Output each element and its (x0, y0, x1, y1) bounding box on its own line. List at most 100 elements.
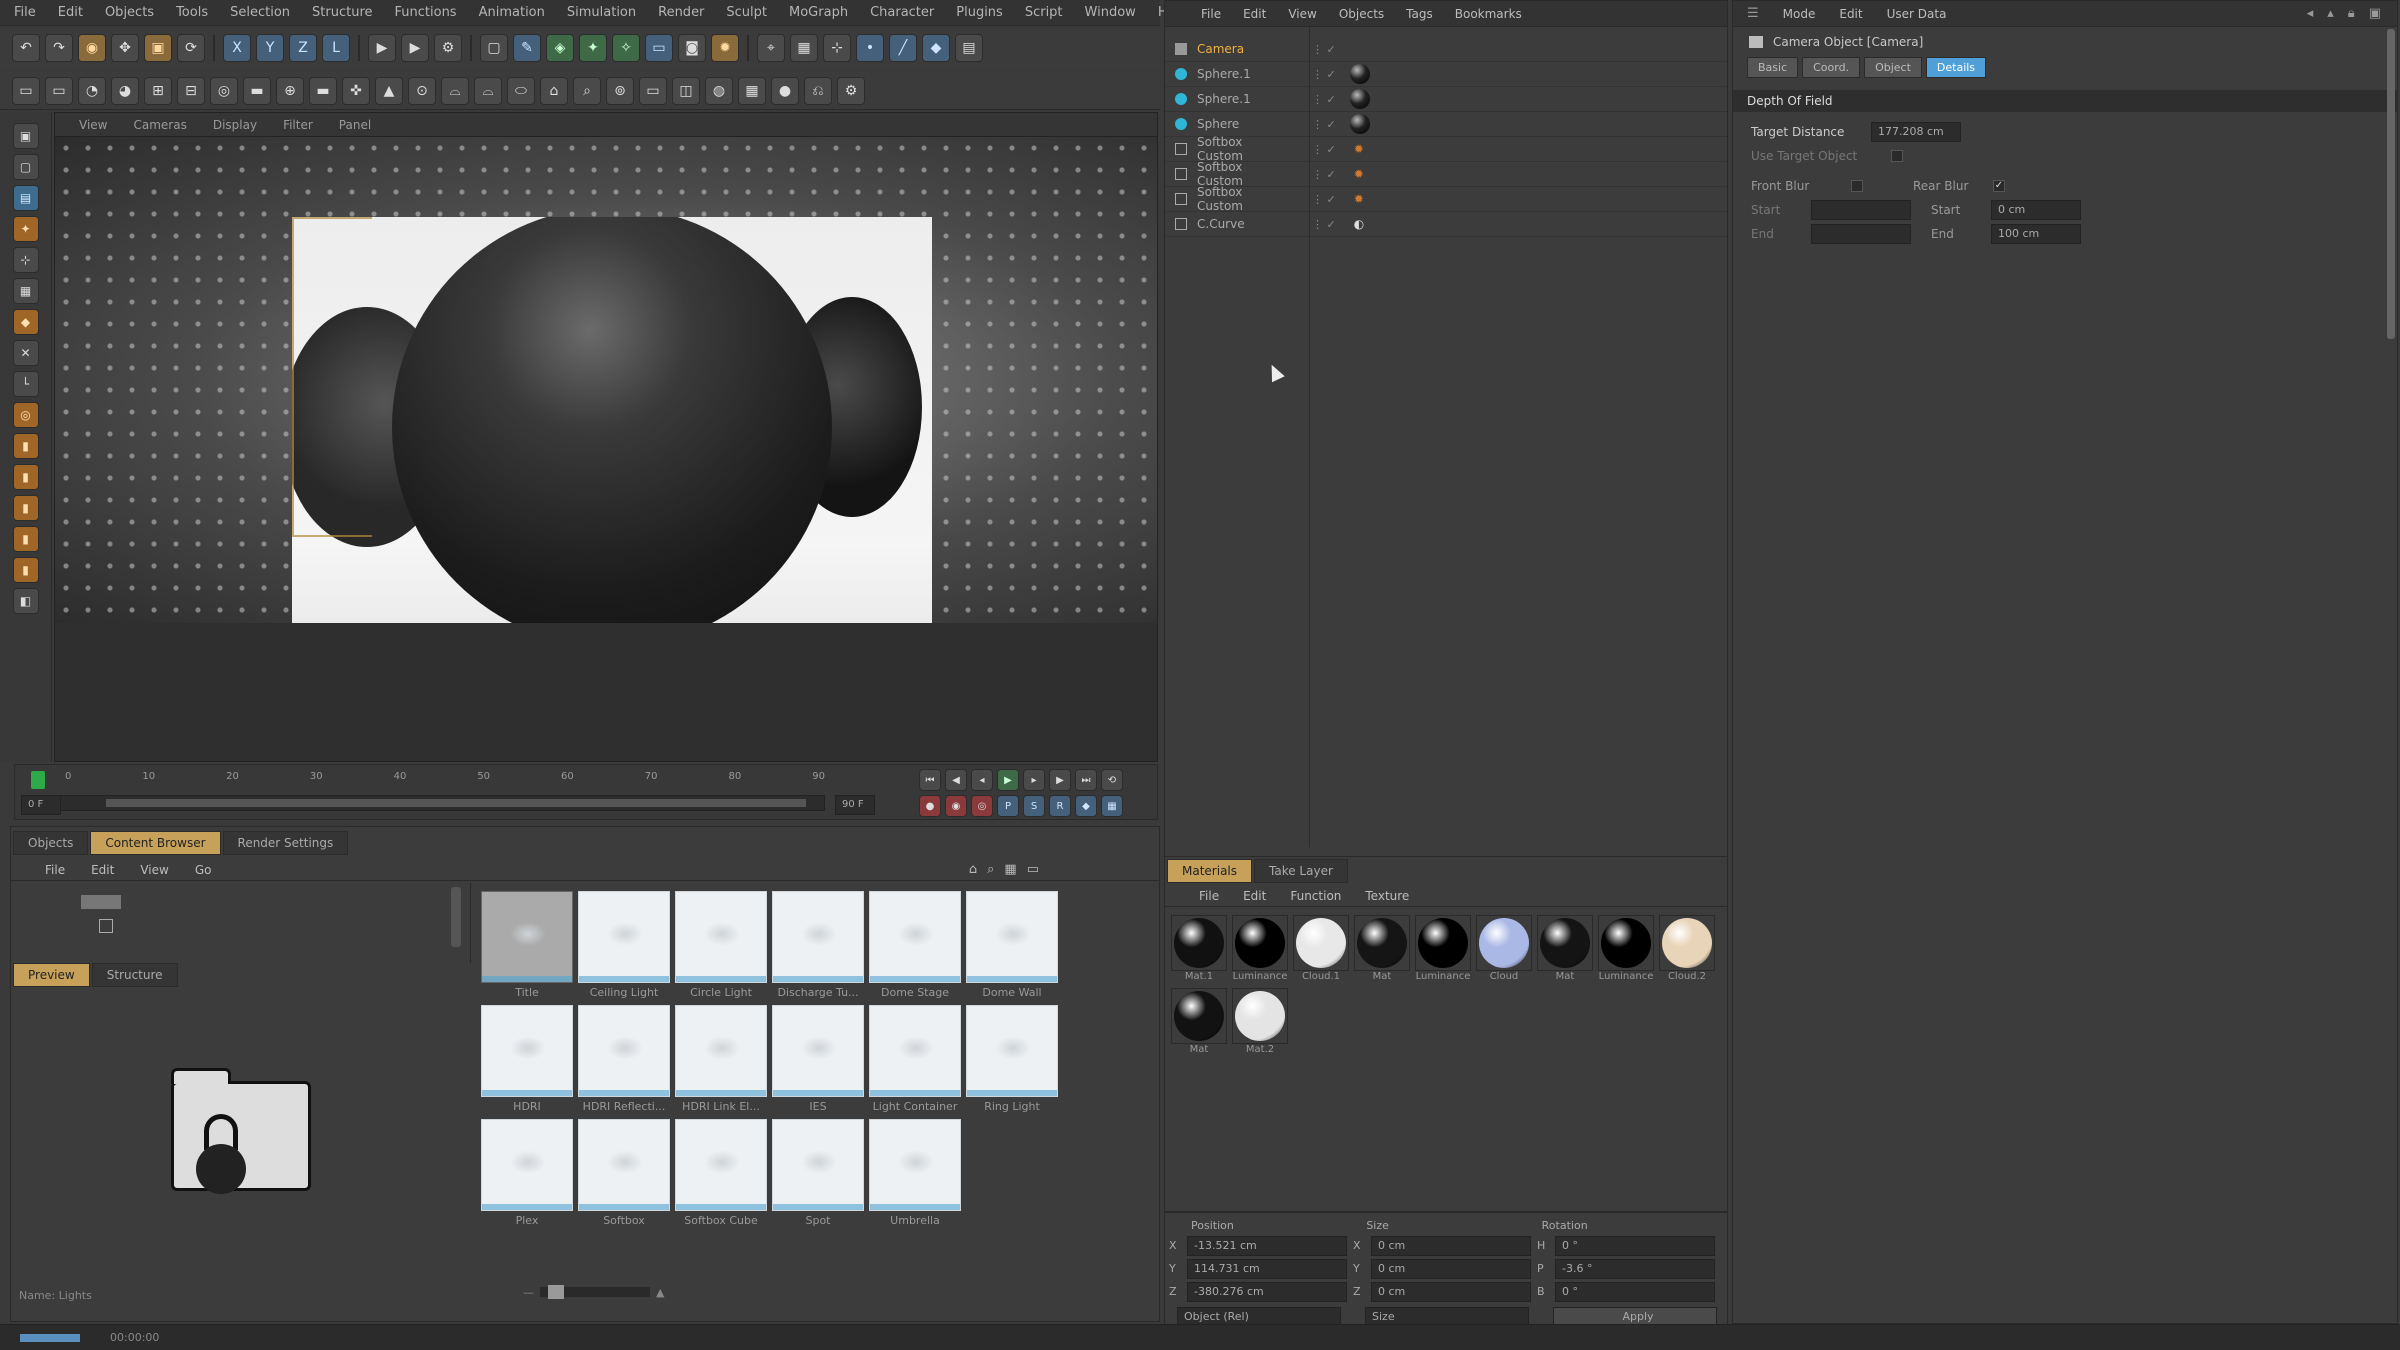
back-arrow-icon[interactable]: ◂ (2307, 6, 2314, 21)
autokey-icon[interactable]: ◉ (945, 795, 967, 817)
material-menu-item[interactable]: File (1199, 889, 1219, 903)
main-menu-item[interactable]: Tools (176, 5, 208, 20)
content-item[interactable]: Softbox (578, 1119, 670, 1227)
spline-pen-icon[interactable]: ✎ (513, 34, 541, 62)
coord-system-icon[interactable]: L (322, 34, 350, 62)
subdivision-icon[interactable]: ◈ (546, 34, 574, 62)
timeline-range-bar[interactable] (35, 795, 825, 811)
content-item[interactable]: Ring Light (966, 1005, 1058, 1113)
next-key-icon[interactable]: ▶ (1049, 769, 1071, 791)
object-menu-item[interactable]: File (1201, 7, 1221, 21)
content-item[interactable]: Spot (772, 1119, 864, 1227)
prev-frame-icon[interactable]: ◂ (971, 769, 993, 791)
coord-size-field[interactable]: 0 cm (1371, 1258, 1531, 1279)
position-key-icon[interactable]: P (997, 795, 1019, 817)
scale-icon[interactable]: ▣ (144, 34, 172, 62)
visibility-dots-icon[interactable]: ⋮ ✓ (1312, 43, 1336, 56)
coord-rotation-field[interactable]: 0 ° (1555, 1235, 1715, 1256)
coord-position-field[interactable]: -13.521 cm (1187, 1235, 1347, 1256)
attr-menu-item[interactable]: Mode (1783, 7, 1816, 21)
main-menu-item[interactable]: MoGraph (789, 5, 848, 20)
points-tool-icon[interactable]: ⊹ (12, 247, 39, 273)
main-menu-item[interactable]: Selection (230, 5, 290, 20)
main-menu-item[interactable]: Plugins (956, 5, 1003, 20)
use-target-checkbox[interactable] (1891, 150, 1903, 162)
object-menu-item[interactable]: Bookmarks (1455, 7, 1522, 21)
coord-size-field[interactable]: 0 cm (1371, 1281, 1531, 1302)
main-menu-item[interactable]: Render (658, 5, 704, 20)
main-menu-item[interactable]: Character (870, 5, 934, 20)
render-picture-viewer-icon[interactable]: ▶ (401, 34, 429, 62)
coord-rotation-field[interactable]: 0 ° (1555, 1281, 1715, 1302)
undo-icon[interactable]: ↶ (12, 34, 40, 62)
content-menu-item[interactable]: View (140, 863, 168, 877)
playhead-marker[interactable] (31, 771, 45, 789)
target-distance-field[interactable]: 177.208 cm (1871, 122, 1961, 142)
front-start-field[interactable] (1811, 200, 1911, 220)
material-swatch[interactable]: Cloud.2 (1659, 915, 1715, 982)
view-mode-icon[interactable]: ▦ (1004, 862, 1016, 877)
visibility-dots-icon[interactable]: ⋮ ✓ (1312, 218, 1336, 231)
prev-key-icon[interactable]: ◀ (945, 769, 967, 791)
content-item[interactable]: HDRI (481, 1005, 573, 1113)
content-subtab[interactable]: Preview (13, 963, 90, 987)
attr-scrollbar[interactable] (2387, 29, 2395, 339)
main-menu-item[interactable]: Edit (58, 5, 83, 20)
rotation-key-icon[interactable]: R (1049, 795, 1071, 817)
material-menu-item[interactable]: Function (1290, 889, 1341, 903)
visibility-dots-icon[interactable]: ⋮ ✓ (1312, 68, 1336, 81)
home-icon[interactable]: ⌂ (969, 862, 977, 877)
frame-end-field[interactable]: 90 F (835, 795, 875, 815)
y-axis-icon[interactable]: Y (256, 34, 284, 62)
light-tag-icon[interactable]: ✹ (1354, 167, 1364, 181)
coord-rotation-field[interactable]: -3.6 ° (1555, 1258, 1715, 1279)
camera-icon[interactable]: ◙ (678, 34, 706, 62)
rotate-icon[interactable]: ⟳ (177, 34, 205, 62)
workplane-mode-icon[interactable]: ⊞ (144, 76, 172, 105)
attr-tab[interactable]: Object (1864, 57, 1922, 78)
zoom-slider[interactable]: — ▲ (523, 1285, 673, 1299)
xpresso-icon[interactable]: ◍ (705, 76, 733, 105)
content-item[interactable]: IES (772, 1005, 864, 1113)
content-item[interactable]: Title (481, 891, 573, 999)
light-tag-icon[interactable]: ✹ (1354, 142, 1364, 156)
play-icon[interactable]: ▶ (997, 769, 1019, 791)
goto-start-icon[interactable]: ⏮ (919, 769, 941, 791)
content-browser-tab[interactable]: Render Settings (222, 831, 349, 855)
curve-tag-icon[interactable]: ◐ (1354, 217, 1364, 231)
param-key-icon[interactable]: ◆ (1075, 795, 1097, 817)
render-view-icon[interactable]: ▶ (368, 34, 396, 62)
texture-mode-icon[interactable]: ▤ (955, 34, 983, 62)
light-icon[interactable]: ✹ (711, 34, 739, 62)
quantize-icon[interactable]: ▲ (375, 76, 403, 105)
front-end-field[interactable] (1811, 224, 1911, 244)
material-swatch[interactable]: Luminance (1598, 915, 1654, 982)
object-mode-icon[interactable]: ▭ (45, 76, 73, 105)
main-menu-item[interactable]: Structure (312, 5, 372, 20)
python-icon[interactable]: ● (771, 76, 799, 105)
soft-selection-icon[interactable]: ⊙ (408, 76, 436, 105)
snap-settings-icon[interactable]: ✜ (342, 76, 370, 105)
redo-icon[interactable]: ↷ (45, 34, 73, 62)
material-swatch[interactable]: Cloud (1476, 915, 1532, 982)
material-swatch[interactable]: Mat (1537, 915, 1593, 982)
cube-icon[interactable]: ▢ (480, 34, 508, 62)
content-item[interactable]: Dome Stage (869, 891, 961, 999)
main-menu-item[interactable]: Animation (479, 5, 545, 20)
content-browser-tab[interactable]: Content Browser (90, 831, 221, 855)
object-row[interactable]: Softbox Custom ⋮ ✓ ✹ (1165, 185, 1727, 213)
points-mode-icon[interactable]: • (856, 34, 884, 62)
object-row[interactable]: Softbox Custom ⋮ ✓ ✹ (1165, 135, 1727, 163)
edges-mode-icon[interactable]: ╱ (889, 34, 917, 62)
attr-menu-icon[interactable]: ☰ (1747, 6, 1759, 21)
live-selection-icon[interactable]: ◉ (78, 34, 106, 62)
viewport-menu-item[interactable]: Filter (283, 118, 313, 132)
coord-size-field[interactable]: 0 cm (1371, 1235, 1531, 1256)
light-tag-icon[interactable]: ✹ (1354, 192, 1364, 206)
viewport-solo-icon[interactable]: ⌓ (474, 76, 502, 105)
viewport-menu-item[interactable]: View (79, 118, 107, 132)
polygons-mode-icon[interactable]: ◆ (922, 34, 950, 62)
object-row[interactable]: Sphere.1 ⋮ ✓ (1165, 62, 1727, 87)
material-menu-item[interactable]: Edit (1243, 889, 1266, 903)
rear-end-field[interactable]: 100 cm (1991, 224, 2081, 244)
